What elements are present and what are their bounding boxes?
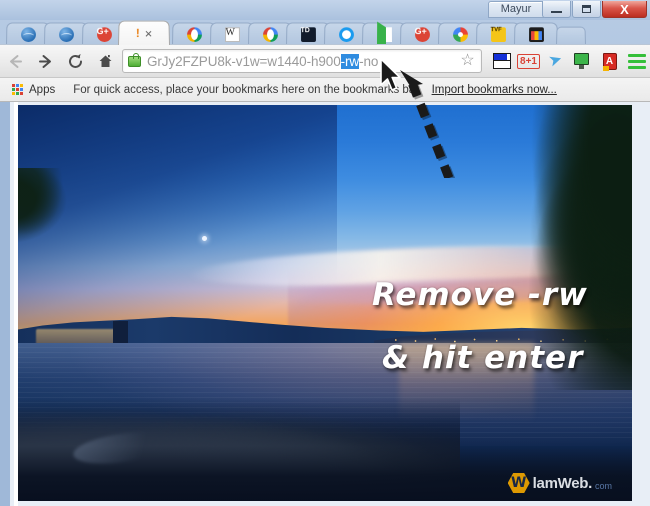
bookmarks-hint-text: For quick access, place your bookmarks h… (73, 84, 421, 96)
reload-icon (67, 53, 84, 70)
forward-button[interactable] (30, 46, 60, 76)
url-text-after: -no (359, 54, 378, 69)
google-photos-icon (453, 27, 468, 42)
blue-bar-extension-icon[interactable] (488, 47, 515, 75)
new-tab-button[interactable] (556, 27, 586, 45)
green-monitor-extension-icon[interactable] (569, 47, 596, 75)
tab-strip: G+ ! × W TD G+ TVF (0, 20, 650, 45)
window-controls: X (542, 1, 647, 18)
back-button[interactable] (0, 46, 30, 76)
page-viewport: W lamWeb. com Remove -rw & hit enter (0, 102, 650, 506)
annotation-line-1: Remove -rw (372, 277, 588, 313)
watermark-logo-icon: W (508, 473, 530, 493)
globe-icon (21, 27, 36, 42)
minimize-button[interactable] (542, 1, 571, 18)
red-dictionary-icon[interactable]: A (596, 47, 623, 75)
lock-icon (128, 56, 141, 67)
browser-tab-active[interactable]: ! × (118, 21, 170, 45)
apps-button-label[interactable]: Apps (29, 84, 55, 96)
google-plus-icon: G+ (415, 27, 430, 42)
browser-toolbar: GrJy2FZPU8k-v1w=w1440-h900-rw-no ☆ 8+1 ➤… (0, 44, 650, 78)
home-icon (97, 53, 114, 70)
maximize-icon (582, 5, 591, 13)
watermark: W lamWeb. com (508, 473, 612, 493)
forward-arrow-icon (37, 53, 54, 70)
apps-grid-icon[interactable] (12, 84, 23, 95)
google-drive-icon (187, 27, 202, 42)
tvf-icon: TVF (491, 27, 506, 42)
bookmark-star-icon[interactable]: ☆ (459, 53, 476, 70)
google-plus-icon: G+ (97, 27, 112, 42)
browser-window: Mayur X G+ ! × W TD G+ TVF GrJy2FZPU8k-v… (0, 0, 650, 506)
url-text-before: GrJy2FZPU8k-v1w=w1440-h900 (147, 54, 341, 69)
maximize-button[interactable] (572, 1, 601, 18)
td-icon: TD (301, 27, 316, 42)
google-plus-one-label: 8+1 (517, 54, 540, 69)
moon (202, 236, 207, 241)
watermark-tld: com (595, 481, 612, 491)
twitter-bird-icon[interactable]: ➤ (542, 47, 569, 75)
google-play-icon (377, 27, 392, 42)
tree-foliage-left (18, 168, 73, 247)
annotation-line-2: & hit enter (382, 340, 583, 376)
twitter-bird-glyph: ➤ (547, 51, 565, 70)
wikipedia-icon: W (225, 27, 240, 42)
minimize-icon (551, 11, 562, 13)
dictionary-letter: A (603, 53, 617, 70)
google-plus-one-icon[interactable]: 8+1 (515, 47, 542, 75)
dashed-arrow-icon (396, 68, 456, 178)
shopping-bag-icon (529, 27, 544, 42)
home-button[interactable] (90, 46, 120, 76)
office-icon (339, 27, 354, 42)
globe-icon (59, 27, 74, 42)
google-drive-icon (263, 27, 278, 42)
close-button[interactable]: X (602, 1, 647, 18)
reload-button[interactable] (60, 46, 90, 76)
url-text[interactable]: GrJy2FZPU8k-v1w=w1440-h900-rw-no (147, 54, 456, 69)
watermark-text: lamWeb. (533, 475, 592, 492)
bookmarks-bar: Apps For quick access, place your bookma… (0, 78, 650, 102)
chrome-menu-icon[interactable] (623, 47, 650, 75)
user-profile-button[interactable]: Mayur (488, 1, 544, 18)
browser-tab[interactable] (514, 22, 558, 45)
tab-close-icon[interactable]: × (145, 27, 153, 40)
title-bar: Mayur X (0, 0, 650, 20)
url-text-selected: -rw (341, 54, 359, 69)
back-arrow-icon (7, 53, 24, 70)
warning-icon: ! (136, 27, 140, 39)
mouse-pointer-icon (378, 57, 404, 93)
